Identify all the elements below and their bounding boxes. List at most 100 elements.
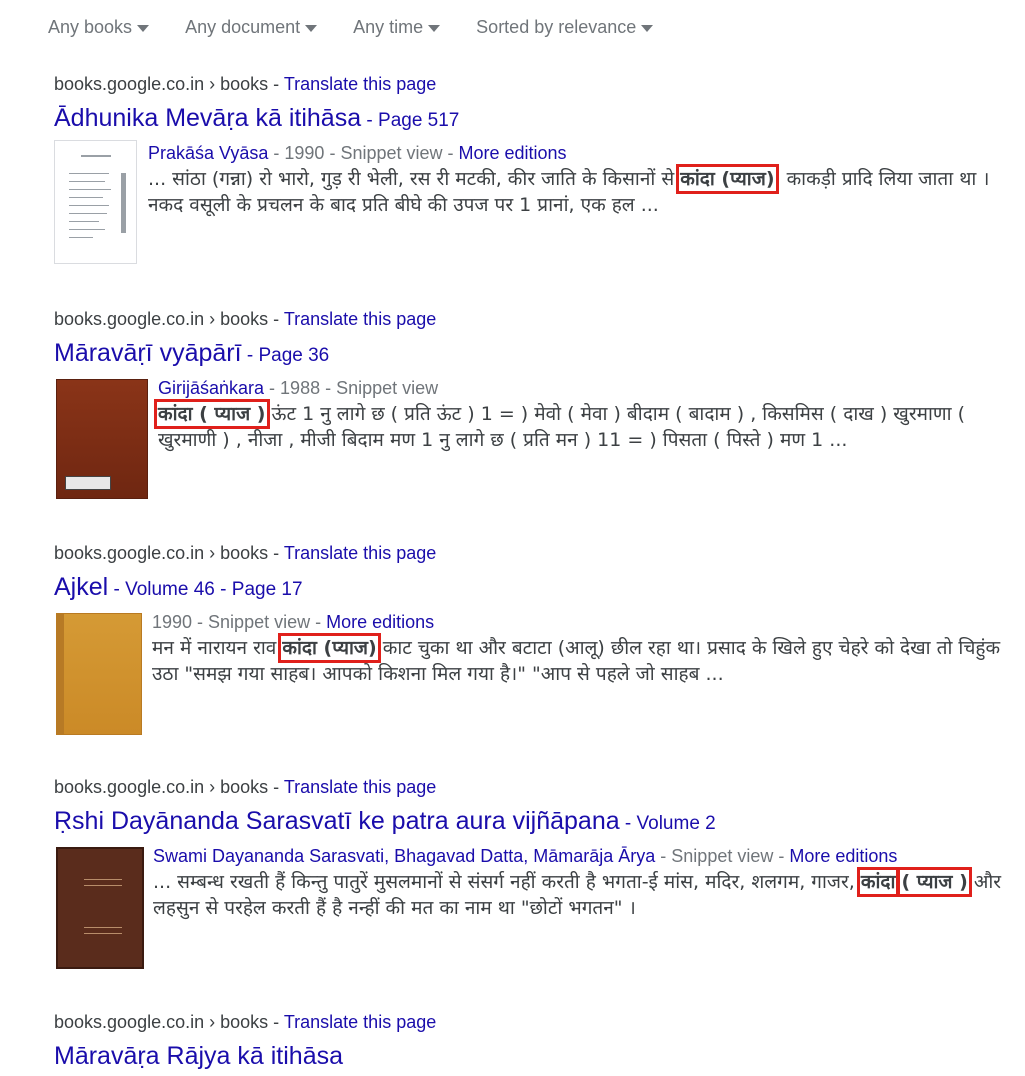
snippet-text: ... सांठा (गन्ना) रो भारो, गुड़ री भेली,…	[148, 168, 681, 190]
cover-barcode-label	[65, 476, 111, 490]
result-title-link[interactable]: Ṛshi Dayānanda Sarasvatī ke patra aura v…	[54, 807, 620, 835]
cover-line	[69, 189, 111, 190]
filter-any-time[interactable]: Any time	[353, 14, 441, 40]
result-cite: books.google.co.in › books - Translate t…	[54, 541, 1014, 565]
author-link[interactable]: Swami Dayananda Sarasvati	[153, 846, 384, 866]
cover-line	[69, 221, 99, 222]
book-cover-thumbnail[interactable]	[56, 847, 144, 969]
cover-rule	[84, 927, 122, 928]
result-page-link[interactable]: Page 517	[378, 110, 459, 131]
result-cite: books.google.co.in › books - Translate t…	[54, 775, 1014, 799]
title-separator: -	[619, 813, 637, 834]
cover-line	[69, 173, 109, 174]
snippet-highlight: कांदा	[856, 867, 900, 897]
result-page-link[interactable]: Page 36	[258, 345, 329, 366]
result-body: Swami Dayananda Sarasvati, Bhagavad Datt…	[54, 843, 1014, 969]
author-link[interactable]: Prakāśa Vyāsa	[148, 143, 268, 163]
cover-rule	[84, 879, 122, 880]
title-separator: -	[214, 579, 232, 600]
translate-link[interactable]: Translate this page	[284, 1012, 436, 1032]
cover-spine	[57, 614, 64, 734]
meta-details: 1990 - Snippet view -	[152, 612, 327, 632]
author-separator: ,	[523, 846, 534, 866]
translate-link[interactable]: Translate this page	[284, 309, 436, 329]
result-body: Prakāśa Vyāsa - 1990 - Snippet view - Mo…	[54, 140, 1014, 266]
search-result: books.google.co.in › books - Translate t…	[54, 307, 1014, 499]
result-body: 1990 - Snippet view - More editions मन म…	[54, 609, 1014, 735]
meta-details: - 1990 - Snippet view -	[268, 143, 459, 163]
result-page-link[interactable]: Page 17	[232, 579, 303, 600]
result-title-line: Ajkel - Volume 46 - Page 17	[54, 571, 1014, 603]
cite-separator: -	[268, 777, 284, 797]
cover-rule	[84, 933, 122, 934]
cover-line	[69, 181, 105, 182]
result-text: Girijāśaṅkara - 1988 - Snippet view कांद…	[154, 375, 1014, 453]
cover-line	[69, 197, 103, 198]
author-separator: ,	[384, 846, 395, 866]
translate-link[interactable]: Translate this page	[284, 74, 436, 94]
title-separator: -	[241, 345, 259, 366]
cover-rule	[84, 885, 122, 886]
more-editions-link[interactable]: More editions	[326, 612, 434, 632]
result-cite: books.google.co.in › books - Translate t…	[54, 72, 1014, 96]
snippet-text: मन में नारायन राव	[152, 637, 283, 659]
translate-link[interactable]: Translate this page	[284, 777, 436, 797]
more-editions-link[interactable]: More editions	[459, 143, 567, 163]
dropdown-arrow-icon	[641, 24, 654, 32]
book-cover-thumbnail[interactable]	[56, 379, 148, 499]
result-meta: Prakāśa Vyāsa - 1990 - Snippet view - Mo…	[148, 140, 1014, 166]
cover-line	[69, 229, 105, 230]
title-separator: -	[108, 579, 126, 600]
cover-line	[81, 155, 111, 157]
book-cover-thumbnail[interactable]	[54, 140, 137, 264]
result-title-link[interactable]: Ajkel	[54, 573, 108, 601]
result-volume-link[interactable]: Volume 2	[637, 813, 716, 834]
translate-link[interactable]: Translate this page	[284, 543, 436, 563]
result-title-line: Māravāṛa Rājya kā itihāsa	[54, 1040, 1014, 1072]
result-text: Swami Dayananda Sarasvati, Bhagavad Datt…	[153, 843, 1014, 921]
search-result: books.google.co.in › books - Translate t…	[54, 72, 1014, 266]
filter-any-books[interactable]: Any books	[48, 14, 150, 40]
result-snippet: ... सम्बन्ध रखती हैं किन्तु पातुरें मुसल…	[153, 867, 1014, 921]
filter-label: Any books	[48, 16, 133, 37]
dropdown-arrow-icon	[428, 24, 441, 32]
cite-url: books.google.co.in › books	[54, 777, 269, 797]
author-link[interactable]: Māmarāja Ārya	[533, 846, 655, 866]
result-volume-link[interactable]: Volume 46	[125, 579, 215, 600]
title-separator: -	[361, 110, 379, 131]
meta-details: - Snippet view -	[655, 846, 790, 866]
filter-label: Sorted by relevance	[476, 16, 637, 37]
cite-url: books.google.co.in › books	[54, 543, 269, 563]
author-link[interactable]: Bhagavad Datta	[394, 846, 523, 866]
search-result: books.google.co.in › books - Translate t…	[54, 775, 1014, 969]
snippet-highlight: कांदा ( प्याज )	[154, 399, 270, 429]
more-editions-link[interactable]: More editions	[789, 846, 897, 866]
author-link[interactable]: Girijāśaṅkara	[158, 378, 264, 398]
cite-separator: -	[268, 309, 284, 329]
filter-any-document[interactable]: Any document	[185, 14, 318, 40]
cover-line	[69, 213, 107, 214]
result-meta: Swami Dayananda Sarasvati, Bhagavad Datt…	[153, 843, 1014, 869]
result-snippet: कांदा ( प्याज ) ऊंट 1 नु लागे छ ( प्रति …	[154, 399, 1014, 453]
result-title-link[interactable]: Ādhunika Mevāṛa kā itihāsa	[54, 104, 361, 132]
result-text: Prakāśa Vyāsa - 1990 - Snippet view - Mo…	[148, 140, 1014, 218]
meta-details: - 1988 - Snippet view	[264, 378, 439, 398]
dropdown-arrow-icon	[305, 24, 318, 32]
cite-url: books.google.co.in › books	[54, 309, 269, 329]
search-result: books.google.co.in › books - Translate t…	[54, 541, 1014, 735]
cite-url: books.google.co.in › books	[54, 1012, 269, 1032]
filter-sort[interactable]: Sorted by relevance	[476, 14, 654, 40]
snippet-highlight: कांदा (प्याज)	[278, 633, 381, 663]
result-title-line: Māravāṛī vyāpārī - Page 36	[54, 337, 1014, 369]
result-title-line: Ādhunika Mevāṛa kā itihāsa - Page 517	[54, 102, 1014, 134]
snippet-text: ... सम्बन्ध रखती हैं किन्तु पातुरें मुसल…	[153, 871, 861, 893]
result-meta: Girijāśaṅkara - 1988 - Snippet view	[158, 375, 1014, 401]
book-cover-thumbnail[interactable]	[56, 613, 142, 735]
cite-separator: -	[268, 543, 284, 563]
search-tools-bar: Any books Any document Any time Sorted b…	[48, 14, 689, 40]
result-title-link[interactable]: Māravāṛa Rājya kā itihāsa	[54, 1042, 343, 1070]
result-title-link[interactable]: Māravāṛī vyāpārī	[54, 339, 242, 367]
cover-line	[69, 237, 93, 238]
cover-line	[121, 173, 126, 233]
snippet-highlight: कांदा (प्याज)	[676, 164, 779, 194]
